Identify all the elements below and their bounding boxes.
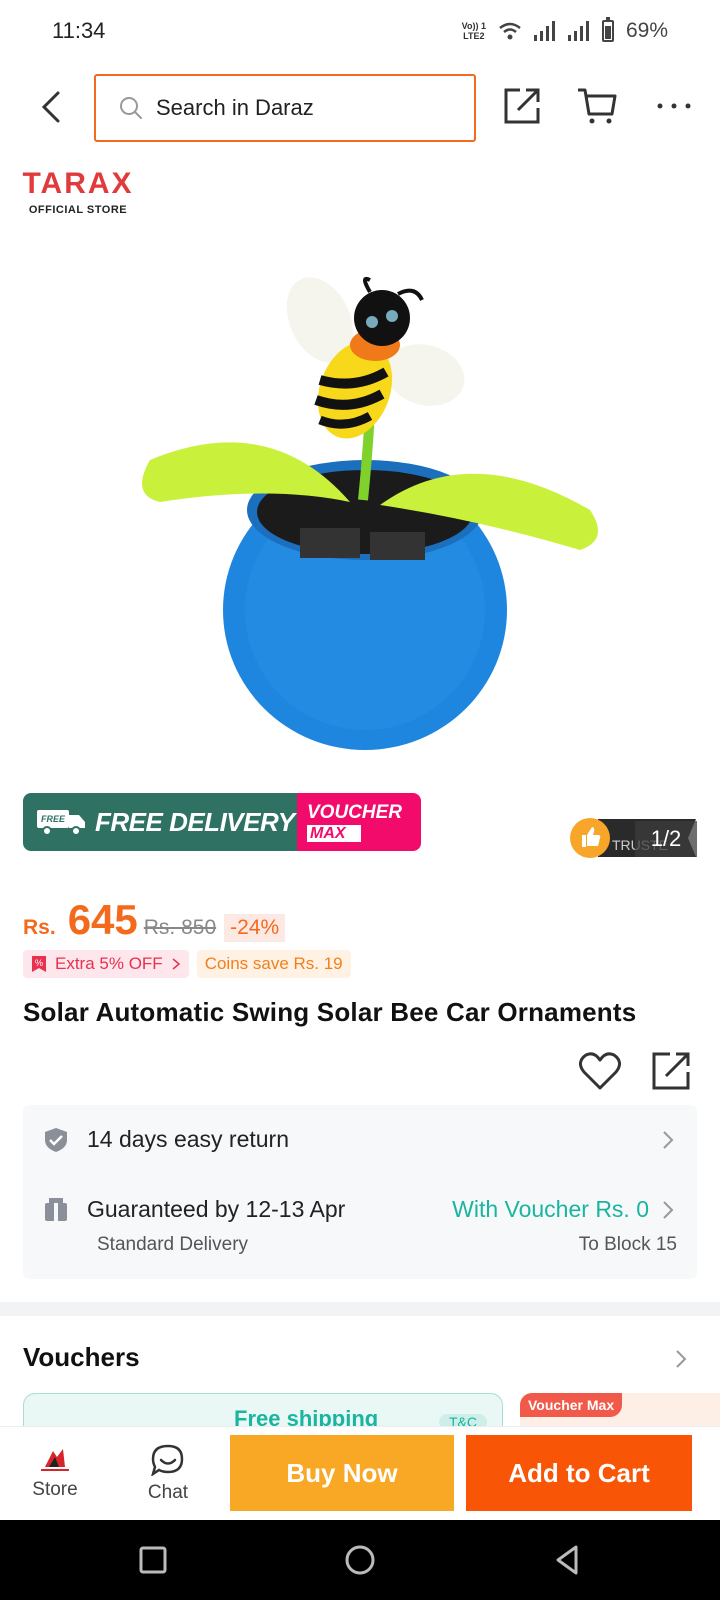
store-logo-icon: [41, 1449, 69, 1471]
home-icon[interactable]: [340, 1540, 380, 1580]
voucher-max-tag: Voucher Max: [520, 1393, 623, 1417]
wifi-icon: [499, 22, 521, 40]
cart-icon[interactable]: [576, 84, 620, 128]
status-bar: 11:34 Vo)) 1 LTE2 69%: [0, 0, 720, 62]
return-row[interactable]: 14 days easy return: [23, 1105, 697, 1175]
shield-check-icon: [45, 1128, 67, 1152]
more-options-icon[interactable]: [652, 84, 696, 128]
service-box: 14 days easy return Guaranteed by 12-13 …: [23, 1105, 697, 1279]
back-arrow-icon[interactable]: [32, 87, 72, 127]
android-nav-bar: [0, 1520, 720, 1600]
image-counter: 1/2: [635, 821, 697, 857]
delivery-guarantee: Guaranteed by 12-13 Apr: [87, 1196, 346, 1222]
delivery-truck-icon: FREE: [37, 810, 85, 836]
recents-icon[interactable]: [133, 1540, 173, 1580]
buy-now-button[interactable]: Buy Now: [230, 1435, 454, 1511]
store-name: TARAX: [22, 167, 134, 200]
bottom-action-bar: Store Chat Buy Now Add to Cart: [0, 1426, 720, 1520]
chevron-right-icon: [663, 1201, 674, 1219]
heart-icon[interactable]: [578, 1050, 622, 1092]
discount-badge: -24%: [224, 914, 286, 942]
search-placeholder: Search in Daraz: [156, 95, 314, 120]
extra-off-label: Extra 5% OFF: [55, 954, 163, 973]
share-product-icon[interactable]: [650, 1050, 694, 1092]
price-currency: Rs.: [23, 916, 56, 939]
share-icon[interactable]: [500, 84, 544, 128]
coins-tag: Coins save Rs. 19: [196, 950, 351, 978]
delivery-method: Standard Delivery: [97, 1234, 249, 1255]
signal-icon: [533, 21, 556, 41]
coins-label: Coins save Rs. 19: [204, 954, 343, 973]
battery-icon: [601, 17, 614, 42]
add-to-cart-button[interactable]: Add to Cart: [466, 1435, 692, 1511]
vouchers-title[interactable]: Vouchers: [23, 1342, 140, 1373]
store-subtitle: OFFICIAL STORE: [28, 204, 128, 216]
delivery-voucher: With Voucher Rs. 0: [452, 1196, 649, 1222]
delivery-row[interactable]: Guaranteed by 12-13 Apr With Voucher Rs.…: [23, 1175, 697, 1279]
product-title: Solar Automatic Swing Solar Bee Car Orna…: [23, 997, 637, 1027]
product-image[interactable]: [120, 270, 610, 750]
free-delivery-label: FREE DELIVERY: [95, 806, 295, 837]
search-input[interactable]: Search in Daraz: [94, 74, 476, 142]
store-label: Store: [32, 1479, 78, 1500]
chat-icon: [151, 1444, 184, 1476]
status-icons: Vo)) 1 LTE2 69%: [461, 17, 668, 43]
chat-button[interactable]: Chat: [118, 1427, 218, 1521]
chevron-right-icon: [663, 1131, 674, 1149]
back-nav-icon[interactable]: [548, 1540, 588, 1580]
chevron-right-icon[interactable]: [674, 1348, 688, 1370]
voucher-max-badge: VOUCHER MAX: [297, 793, 421, 851]
store-button[interactable]: Store: [5, 1427, 105, 1521]
free-delivery-badge: FREE FREE DELIVERY: [23, 793, 297, 851]
extra-off-tag[interactable]: % Extra 5% OFF: [23, 950, 189, 978]
status-time: 11:34: [52, 18, 106, 43]
store-logo[interactable]: TARAX OFFICIAL STORE: [18, 168, 138, 228]
top-nav: Search in Daraz: [0, 72, 720, 142]
section-divider: [0, 1302, 720, 1316]
search-icon: [120, 97, 142, 119]
price-row: Rs. 645 Rs. 850 -24%: [23, 896, 286, 944]
chat-label: Chat: [147, 1482, 189, 1503]
return-text: 14 days easy return: [87, 1126, 290, 1152]
chevron-right-icon: [172, 958, 180, 970]
battery-level: 69%: [625, 19, 668, 42]
svg-text:FREE: FREE: [41, 814, 66, 824]
price-current: 645: [67, 896, 138, 943]
price-original: Rs. 850: [143, 916, 217, 939]
svg-text:%: %: [35, 958, 43, 968]
volte-icon: Vo)) 1 LTE2: [461, 21, 486, 41]
package-icon: [45, 1198, 67, 1221]
promo-tags: % Extra 5% OFF Coins save Rs. 19: [23, 950, 351, 978]
promo-banner[interactable]: FREE FREE DELIVERY VOUCHER MAX: [23, 793, 421, 851]
voucher-icon: %: [32, 956, 46, 972]
delivery-location: To Block 15: [578, 1234, 677, 1255]
signal-icon-2: [567, 21, 590, 41]
